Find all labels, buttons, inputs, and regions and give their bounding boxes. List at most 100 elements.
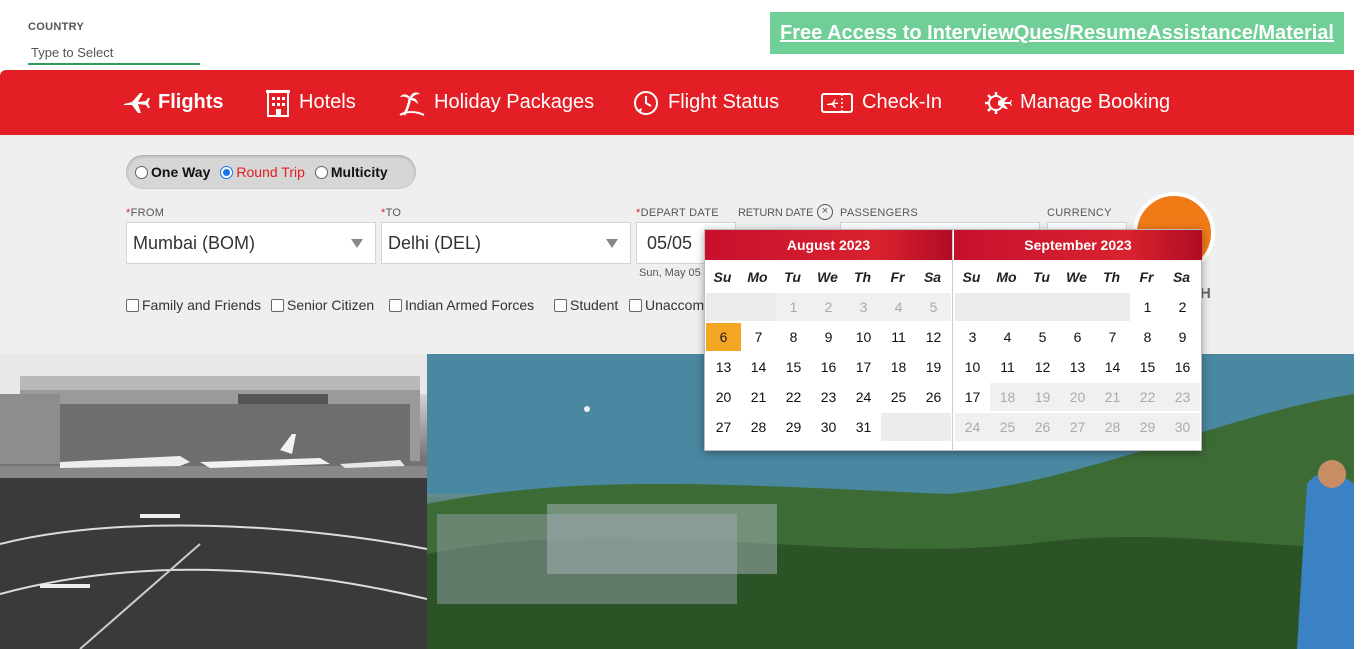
- calendar-empty-cell: [1095, 293, 1130, 321]
- calendar-day[interactable]: 8: [1130, 323, 1165, 351]
- option-unaccompanied[interactable]: Unaccom: [629, 297, 704, 313]
- calendar-day[interactable]: 18: [881, 353, 916, 381]
- page: COUNTRY Free Access to InterviewQues/Res…: [0, 0, 1370, 649]
- calendar-day[interactable]: 14: [741, 353, 776, 381]
- calendar-day[interactable]: 17: [846, 353, 881, 381]
- calendar-day: 4: [881, 293, 916, 321]
- trip-one-way[interactable]: One Way: [135, 164, 210, 180]
- calendar-day[interactable]: 12: [916, 323, 951, 351]
- nav-manage-booking[interactable]: Manage Booking: [984, 70, 1170, 135]
- trip-round-trip[interactable]: Round Trip: [220, 164, 305, 180]
- nav-flight-status[interactable]: Flight Status: [632, 70, 779, 135]
- calendar-day[interactable]: 8: [776, 323, 811, 351]
- radio-one-way[interactable]: [135, 165, 148, 179]
- promo-link[interactable]: Free Access to InterviewQues/ResumeAssis…: [780, 22, 1334, 45]
- calendar-day: 1: [776, 293, 811, 321]
- calendar-day: 2: [811, 293, 846, 321]
- calendar-day[interactable]: 26: [916, 383, 951, 411]
- weekday: Sa: [1172, 268, 1191, 285]
- option-student[interactable]: Student: [554, 297, 618, 313]
- calendar-day[interactable]: 29: [776, 413, 811, 441]
- calendar-day[interactable]: 13: [706, 353, 741, 381]
- depart-date-sub: Sun, May 05: [639, 267, 701, 279]
- calendar-day[interactable]: 10: [955, 353, 990, 381]
- calendar-day[interactable]: 2: [1165, 293, 1200, 321]
- option-student-label: Student: [570, 297, 619, 313]
- calendar-day[interactable]: 25: [881, 383, 916, 411]
- calendar-day[interactable]: 16: [1165, 353, 1200, 381]
- calendar-day[interactable]: 22: [776, 383, 811, 411]
- nav-check-in[interactable]: Check-In: [820, 70, 942, 135]
- calendar-day[interactable]: 3: [955, 323, 990, 351]
- to-label: *TO: [381, 207, 402, 219]
- calendar-day[interactable]: 6: [706, 323, 741, 351]
- trip-multicity[interactable]: Multicity: [314, 164, 388, 180]
- calendar-day: 20: [1060, 383, 1095, 411]
- option-senior-label: Senior Citizen: [287, 297, 375, 313]
- calendar-day[interactable]: 13: [1060, 353, 1095, 381]
- checkbox-unaccompanied[interactable]: [629, 298, 642, 312]
- calendar-day[interactable]: 4: [990, 323, 1025, 351]
- calendar-day[interactable]: 14: [1095, 353, 1130, 381]
- day-grid: 1 2 3 4 5 6 7 8 9 10 11 12 13 14 15 16 17 18 19 20 21 22 23 24 2…: [705, 293, 953, 443]
- checkbox-senior[interactable]: [271, 298, 284, 312]
- calendar-day[interactable]: 24: [846, 383, 881, 411]
- option-unaccompanied-label: Unaccom: [645, 297, 705, 313]
- calendar-day[interactable]: 23: [811, 383, 846, 411]
- calendar-month-august: August 2023 Su Mo Tu We Th Fr Sa 1234567…: [705, 230, 953, 451]
- nav-hotels[interactable]: Hotels: [265, 70, 356, 135]
- nav-hotels-label: Hotels: [299, 91, 356, 113]
- calendar-day[interactable]: 15: [1130, 353, 1165, 381]
- boarding-pass-icon: [821, 92, 853, 113]
- calendar-day[interactable]: 19: [916, 353, 951, 381]
- option-senior[interactable]: Senior Citizen: [271, 297, 374, 313]
- calendar-day[interactable]: 9: [1165, 323, 1200, 351]
- calendar-day[interactable]: 27: [706, 413, 741, 441]
- calendar-day[interactable]: 31: [846, 413, 881, 441]
- calendar-day[interactable]: 10: [846, 323, 881, 351]
- calendar-day[interactable]: 7: [741, 323, 776, 351]
- calendar-day[interactable]: 21: [741, 383, 776, 411]
- calendar-day: 19: [1025, 383, 1060, 411]
- depart-date-value: 05/05: [647, 232, 693, 253]
- calendar-day[interactable]: 12: [1025, 353, 1060, 381]
- checkbox-family[interactable]: [126, 298, 139, 312]
- country-input[interactable]: [28, 41, 200, 65]
- checkbox-armed-forces[interactable]: [389, 298, 402, 312]
- nav-holiday-packages[interactable]: Holiday Packages: [398, 70, 594, 135]
- calendar-day[interactable]: 17: [955, 383, 990, 411]
- option-armed-forces[interactable]: Indian Armed Forces: [389, 297, 534, 313]
- calendar-day: 18: [990, 383, 1025, 411]
- from-value: Mumbai (BOM): [133, 232, 256, 253]
- to-select[interactable]: Delhi (DEL): [381, 222, 631, 264]
- calendar-day[interactable]: 30: [811, 413, 846, 441]
- calendar-day: 26: [1025, 413, 1060, 441]
- calendar-day[interactable]: 28: [741, 413, 776, 441]
- calendar-empty-cell: [990, 293, 1025, 321]
- calendar-day[interactable]: 7: [1095, 323, 1130, 351]
- to-value: Delhi (DEL): [388, 232, 482, 253]
- date-picker: August 2023 Su Mo Tu We Th Fr Sa 1234567…: [704, 229, 1202, 451]
- calendar-day[interactable]: 9: [811, 323, 846, 351]
- chevron-down-icon: [351, 239, 363, 248]
- calendar-day[interactable]: 11: [881, 323, 916, 351]
- calendar-day[interactable]: 20: [706, 383, 741, 411]
- calendar-day: 3: [846, 293, 881, 321]
- calendar-day[interactable]: 16: [811, 353, 846, 381]
- calendar-day[interactable]: 1: [1130, 293, 1165, 321]
- from-label: *FROM: [126, 207, 165, 219]
- radio-multicity[interactable]: [314, 165, 328, 179]
- return-date-label: RETURN DATE: [738, 207, 814, 219]
- radio-round-trip[interactable]: [220, 165, 234, 179]
- clear-return-icon[interactable]: ×: [817, 204, 833, 220]
- calendar-day[interactable]: 5: [1025, 323, 1060, 351]
- from-select[interactable]: Mumbai (BOM): [126, 222, 376, 264]
- checkbox-student[interactable]: [554, 298, 567, 312]
- weekday: Tu: [784, 268, 801, 285]
- calendar-day[interactable]: 15: [776, 353, 811, 381]
- option-family[interactable]: Family and Friends: [126, 297, 261, 313]
- nav-flights[interactable]: Flights: [122, 70, 224, 135]
- calendar-day[interactable]: 11: [990, 353, 1025, 381]
- calendar-day[interactable]: 6: [1060, 323, 1095, 351]
- hero-airport-image: [0, 354, 427, 649]
